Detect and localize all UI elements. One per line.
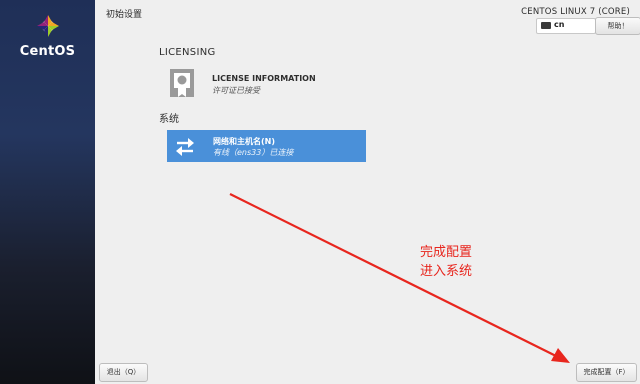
os-version-label: CENTOS LINUX 7 (CORE) [521, 7, 630, 17]
spoke-license-information[interactable]: LICENSE INFORMATION 许可证已接受 [165, 66, 375, 102]
annotation-line: 完成配置 [420, 245, 473, 260]
certificate-icon [170, 69, 194, 97]
spoke-name: LICENSE INFORMATION [212, 74, 316, 83]
brand-logo-text: CentOS [19, 44, 76, 59]
finish-configuration-button[interactable]: 完成配置（F） [576, 363, 637, 382]
keyboard-layout-label: cn [554, 20, 565, 29]
section-title-system: 系统 [159, 114, 179, 125]
page-title: 初始设置 [106, 10, 143, 20]
brand-sidebar: CentOS [0, 0, 95, 384]
help-button[interactable]: 帮助！ [595, 17, 640, 35]
annotation-text: 完成配置 进入系统 [420, 243, 472, 281]
centos-logo-icon [37, 15, 59, 37]
spoke-status: 许可证已接受 [212, 86, 260, 95]
main-panel: 初始设置 CENTOS LINUX 7 (CORE) cn 帮助！ LICENS… [95, 0, 640, 384]
section-title-licensing: LICENSING [159, 47, 216, 58]
keyboard-layout-indicator[interactable]: cn [536, 18, 596, 34]
keyboard-icon [541, 22, 551, 29]
spoke-network-hostname[interactable]: 网络和主机名(N) 有线（ens33）已连接 [167, 130, 366, 162]
spoke-status: 有线（ens33）已连接 [213, 148, 294, 157]
quit-button[interactable]: 退出（Q） [99, 363, 148, 382]
annotation-line: 进入系统 [420, 264, 473, 279]
spoke-name: 网络和主机名(N) [213, 137, 276, 146]
network-arrows-icon [176, 138, 194, 156]
